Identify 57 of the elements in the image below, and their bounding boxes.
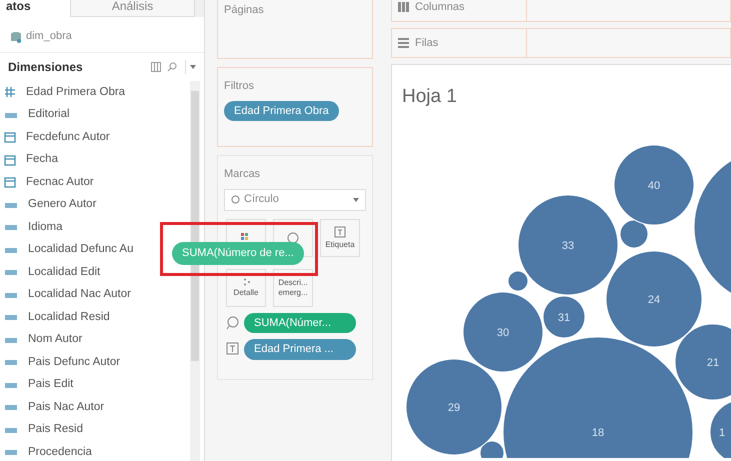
calendar-icon <box>4 131 16 144</box>
circle-size-icon <box>226 316 240 330</box>
circle-icon <box>231 195 240 204</box>
field-item[interactable]: Editorial <box>28 106 70 124</box>
dots-icon <box>242 278 250 286</box>
search-icon <box>167 62 177 72</box>
bubble-label: 29 <box>448 402 460 414</box>
columns-icon <box>398 2 409 12</box>
grid-view-icon <box>151 62 161 72</box>
field-item[interactable]: Pais Edit <box>28 376 74 394</box>
data-source-name[interactable]: dim_obra <box>26 28 72 45</box>
shelf-title: Filtros <box>224 79 255 94</box>
bubble-label: 21 <box>706 357 720 369</box>
field-item[interactable]: Pais Nac Autor <box>28 398 104 416</box>
field-item[interactable]: Pais Defunc Autor <box>28 354 120 371</box>
calendar-icon <box>4 176 16 188</box>
bubble-label: 33 <box>562 240 574 252</box>
mark-property-button[interactable]: Descri... emerg... <box>273 268 313 306</box>
number-type-icon <box>4 86 16 98</box>
shelf-label: Filas <box>415 36 438 51</box>
bubble-label: 30 <box>496 327 510 339</box>
field-item[interactable]: Genero Autor <box>28 196 96 214</box>
mark-type-dropdown[interactable]: Círculo <box>224 188 366 210</box>
shelf-title: Páginas <box>224 3 265 18</box>
bubble-label: 31 <box>558 312 570 324</box>
database-icon <box>10 30 22 42</box>
caret-icon <box>353 198 359 202</box>
mark-property-button[interactable]: Etiqueta <box>320 218 360 256</box>
rows-icon <box>398 38 409 48</box>
bubble-label: 18 <box>592 427 604 439</box>
calendar-icon <box>4 154 16 166</box>
field-item[interactable]: Idioma <box>28 218 63 236</box>
text-label-icon <box>226 342 240 356</box>
text-label-icon <box>334 226 346 238</box>
field-item[interactable]: Procedencia <box>28 444 92 461</box>
panel-tab[interactable]: atos <box>0 0 70 17</box>
bubble-label: 24 <box>648 294 660 306</box>
field-item[interactable]: Localidad Defunc Au <box>28 241 134 258</box>
bubble-label: 1 <box>718 427 726 439</box>
field-item[interactable]: Edad Primera Obra <box>26 84 126 101</box>
drag-preview-tooltip: SUMA(Número de re... <box>172 242 304 264</box>
field-item[interactable]: Localidad Resid <box>28 308 110 326</box>
card-title: Marcas <box>224 167 262 182</box>
field-item[interactable]: Localidad Nac Autor <box>28 286 131 304</box>
sheet-title: Hoja 1 <box>402 85 457 109</box>
field-item[interactable]: Pais Resid <box>28 421 83 438</box>
shelf-label: Columnas <box>415 0 465 15</box>
field-item[interactable]: Fecha <box>26 151 58 168</box>
field-item[interactable]: Nom Autor <box>28 331 82 348</box>
field-item[interactable]: Fecnac Autor <box>26 174 94 191</box>
field-item[interactable]: Localidad Edit <box>28 264 100 281</box>
mark-property-button[interactable]: Detalle <box>226 268 266 306</box>
caret-icon <box>190 65 196 69</box>
field-item[interactable]: Fecdefunc Autor <box>26 128 110 146</box>
section-title: Dimensiones <box>8 59 84 76</box>
circle-size-icon <box>287 232 299 244</box>
bubble-label: 40 <box>648 180 660 192</box>
